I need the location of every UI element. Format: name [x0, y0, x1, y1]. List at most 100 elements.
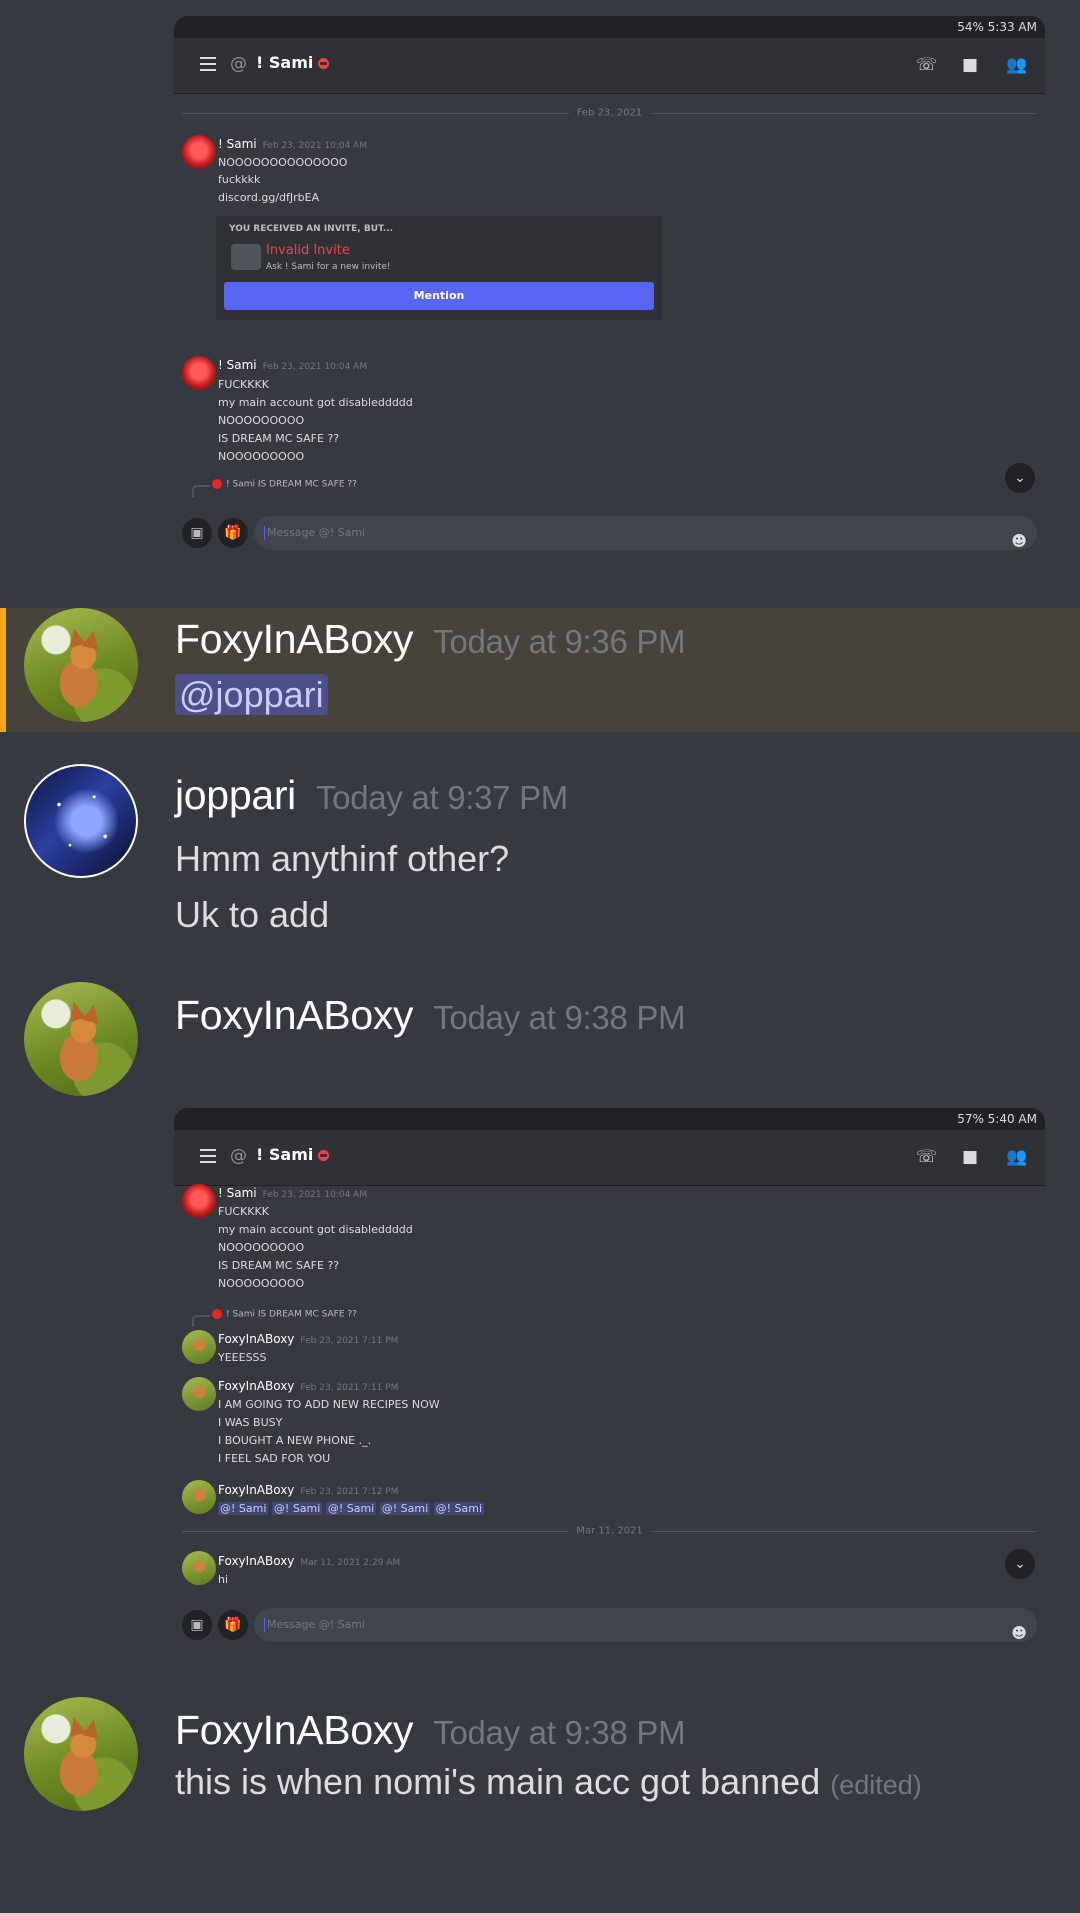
message-line: IS DREAM MC SAFE ?? [218, 1259, 340, 1272]
header-title: ! Sami [256, 1145, 330, 1164]
emoji-icon[interactable]: ☻ [1011, 1616, 1027, 1650]
user-mention[interactable]: @! Sami [271, 1502, 323, 1515]
date-separator: Feb 23, 2021 [182, 107, 1037, 119]
invite-subtitle: Ask ! Sami for a new invite! [266, 262, 391, 272]
avatar [212, 1309, 222, 1319]
message-line: fuckkkk [218, 173, 261, 186]
message-line: NOOOOOOOOO [218, 1241, 305, 1254]
message-line: NOOOOOOOOO [218, 414, 305, 427]
user-mention[interactable]: @! Sami [433, 1502, 485, 1515]
message-line: NOOOOOOOOO [218, 1277, 305, 1290]
message-author: ! Sami Feb 23, 2021 10:04 AM [218, 358, 368, 372]
dnd-status-icon [318, 1150, 330, 1161]
avatar [182, 1184, 216, 1218]
message-line: I FEEL SAD FOR YOU [218, 1452, 331, 1465]
date-separator: Mar 11, 2021 [182, 1525, 1037, 1537]
edited-label: (edited) [830, 1770, 922, 1800]
message-text: Uk to add [175, 894, 330, 935]
message-line: I WAS BUSY [218, 1416, 283, 1429]
message-line: discord.gg/dfJrbEA [218, 191, 320, 204]
message-text: this is when nomi's main acc got banned … [175, 1761, 922, 1802]
message-author: FoxyInABoxy Feb 23, 2021 7:11 PM [218, 1332, 399, 1346]
user-mention[interactable]: @! Sami [218, 1502, 269, 1515]
message-line: I AM GOING TO ADD NEW RECIPES NOW [218, 1398, 440, 1411]
chevron-down-icon[interactable]: ⌄ [1005, 1549, 1035, 1579]
message: FoxyInABoxy Today at 9:38 PM [0, 980, 1080, 1100]
message-composer: ▣ 🎁 Message @! Sami ☻ [182, 516, 1037, 552]
message-author[interactable]: joppari Today at 9:37 PM [175, 772, 568, 819]
message-line: NOOOOOOOOO [218, 450, 305, 463]
message-line: IS DREAM MC SAFE ?? [218, 432, 340, 445]
avatar [212, 479, 222, 489]
video-icon: ■ [962, 55, 979, 75]
message: joppari Today at 9:37 PM Hmm anythinf oth… [0, 760, 1080, 950]
avatar [182, 135, 216, 169]
avatar [24, 982, 138, 1096]
gift-icon[interactable]: 🎁 [218, 518, 248, 548]
message-line: NOOOOOOOOOOOOOO [218, 156, 348, 169]
gift-icon[interactable]: 🎁 [218, 1610, 248, 1640]
reply-preview[interactable]: ! Sami IS DREAM MC SAFE ?? [192, 479, 357, 497]
embed-label: YOU RECEIVED AN INVITE, BUT... [229, 224, 394, 234]
timestamp: Today at 9:38 PM [433, 999, 686, 1036]
video-icon: ■ [962, 1147, 979, 1167]
message-input[interactable]: Message @! Sami ☻ [254, 1608, 1037, 1642]
chevron-down-icon[interactable]: ⌄ [1005, 463, 1035, 493]
message-author: ! Sami Feb 23, 2021 10:04 AM [218, 137, 368, 151]
channel-header: @ ! Sami ☏ ■ 👥 [174, 38, 1045, 94]
at-icon: @ [230, 54, 247, 74]
dnd-status-icon [318, 58, 330, 69]
invalid-invite-title: Invalid Invite [266, 243, 350, 258]
members-icon: 👥 [1006, 1147, 1028, 1167]
user-mention[interactable]: @! Sami [379, 1502, 431, 1515]
timestamp: Today at 9:36 PM [433, 623, 686, 660]
timestamp: Today at 9:37 PM [315, 779, 568, 816]
message-composer: ▣ 🎁 Message @! Sami ☻ [182, 1608, 1037, 1644]
avatar [24, 608, 138, 722]
message-mentions: @! Sami @! Sami @! Sami @! Sami @! Sami [218, 1501, 485, 1516]
message-text: @joppari [175, 674, 328, 716]
message-line: FUCKKKK [218, 1205, 269, 1218]
invite-embed: YOU RECEIVED AN INVITE, BUT... Invalid I… [216, 216, 662, 320]
user-mention[interactable]: @joppari [175, 674, 328, 715]
call-icon: ☏ [916, 55, 938, 75]
header-title: ! Sami [256, 53, 330, 72]
status-bar: 54% 5:33 AM [174, 16, 1045, 38]
channel-header: @ ! Sami ☏ ■ 👥 [174, 1130, 1045, 1186]
message: FoxyInABoxy Today at 9:38 PM this is when… [0, 1695, 1080, 1825]
avatar [182, 356, 216, 390]
message-input[interactable]: Message @! Sami ☻ [254, 516, 1037, 550]
message-line: my main account got disableddddd [218, 1223, 413, 1236]
emoji-icon[interactable]: ☻ [1011, 524, 1027, 556]
message-line: I BOUGHT A NEW PHONE ._. [218, 1434, 372, 1447]
message-line: hi [218, 1573, 229, 1586]
message-author[interactable]: FoxyInABoxy Today at 9:36 PM [175, 616, 686, 663]
at-icon: @ [230, 1146, 247, 1166]
avatar [182, 1551, 216, 1585]
message-author[interactable]: FoxyInABoxy Today at 9:38 PM [175, 1707, 686, 1754]
status-bar: 57% 5:40 AM [174, 1108, 1045, 1130]
message-author: FoxyInABoxy Feb 23, 2021 7:12 PM [218, 1483, 399, 1497]
embedded-screenshot-2[interactable]: 57% 5:40 AM @ ! Sami ☏ ■ 👥 ! Sami Feb 23,… [174, 1108, 1045, 1650]
avatar [24, 1697, 138, 1811]
message-line: my main account got disableddddd [218, 396, 413, 409]
message-author[interactable]: FoxyInABoxy Today at 9:38 PM [175, 992, 686, 1039]
hamburger-icon [200, 1149, 216, 1163]
avatar [182, 1330, 216, 1364]
message-line: FUCKKKK [218, 378, 269, 391]
message-author: FoxyInABoxy Feb 23, 2021 7:11 PM [218, 1379, 399, 1393]
embedded-screenshot-1[interactable]: 54% 5:33 AM @ ! Sami ☏ ■ 👥 Feb 23, 2021 … [174, 16, 1045, 556]
broken-server-icon [231, 244, 261, 270]
user-mention[interactable]: @! Sami [325, 1502, 377, 1515]
message-mentioned: FoxyInABoxy Today at 9:36 PM @joppari [0, 608, 1080, 732]
avatar [182, 1377, 216, 1411]
avatar [182, 1480, 216, 1514]
message-text: Hmm anythinf other? [175, 838, 510, 879]
image-icon[interactable]: ▣ [182, 518, 212, 548]
message-author: FoxyInABoxy Mar 11, 2021 2:29 AM [218, 1554, 401, 1568]
image-icon[interactable]: ▣ [182, 1610, 212, 1640]
reply-preview[interactable]: ! Sami IS DREAM MC SAFE ?? [192, 1309, 357, 1327]
members-icon: 👥 [1006, 55, 1028, 75]
mention-button[interactable]: Mention [224, 282, 654, 310]
message-line: YEEESSS [218, 1351, 267, 1364]
